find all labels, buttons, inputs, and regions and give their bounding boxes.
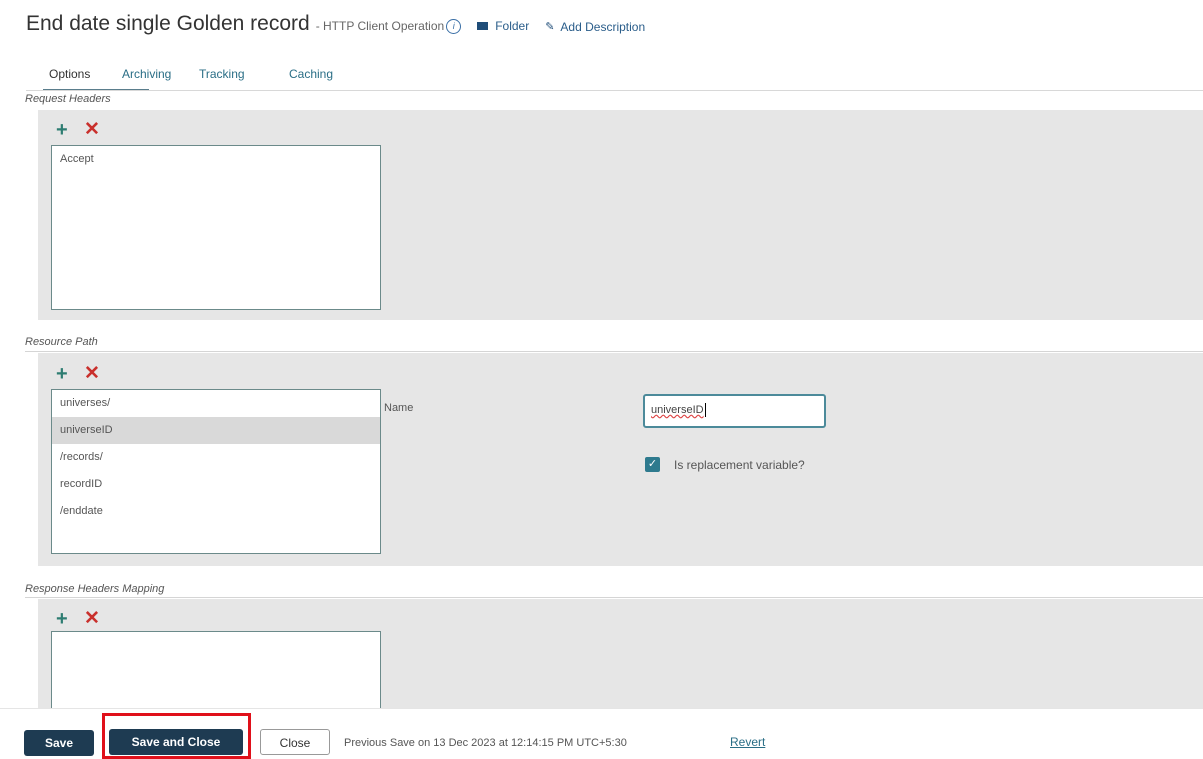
resource-path-panel: + ✕ universes/ universeID /records/ reco…: [38, 353, 1203, 566]
add-description-link[interactable]: ✎ Add Description: [545, 20, 645, 34]
name-field-label: Name: [384, 402, 414, 414]
tab-bar: Options Archiving Tracking Caching: [26, 64, 1203, 91]
request-headers-list[interactable]: Accept: [51, 145, 381, 310]
save-button[interactable]: Save: [24, 730, 94, 756]
info-icon[interactable]: i: [446, 19, 462, 34]
tab-caching[interactable]: Caching: [289, 67, 333, 81]
remove-resource-path-cross-icon[interactable]: ✕: [84, 364, 100, 384]
folder-label: Folder: [495, 19, 530, 33]
list-item-selected[interactable]: universeID: [52, 417, 380, 444]
resource-path-label: Resource Path: [25, 336, 98, 348]
replacement-variable-checkbox[interactable]: ✓: [645, 457, 660, 472]
revert-link[interactable]: Revert: [730, 735, 765, 749]
remove-response-header-cross-icon[interactable]: ✕: [84, 609, 100, 629]
folder-icon: [477, 22, 489, 30]
footer-bar: Save Save and Close Close Previous Save …: [0, 708, 1203, 759]
tab-divider: [26, 90, 1203, 91]
pencil-icon: ✎: [545, 21, 555, 33]
page-title: End date single Golden record: [26, 12, 310, 35]
page-subtitle: - HTTP Client Operation: [315, 19, 445, 33]
resource-path-list[interactable]: universes/ universeID /records/ recordID…: [51, 389, 381, 554]
response-headers-panel: + ✕: [38, 599, 1203, 713]
text-caret: [704, 403, 706, 418]
list-item[interactable]: universes/: [52, 390, 380, 417]
request-headers-panel: + ✕ Accept: [38, 110, 1203, 320]
list-item[interactable]: /records/: [52, 444, 380, 471]
section-divider: [25, 351, 1203, 352]
response-headers-label: Response Headers Mapping: [25, 583, 165, 595]
add-resource-path-plus-icon[interactable]: +: [56, 364, 68, 384]
remove-request-header-cross-icon[interactable]: ✕: [84, 120, 100, 140]
tab-archiving[interactable]: Archiving: [122, 67, 171, 81]
save-and-close-button[interactable]: Save and Close: [109, 729, 243, 755]
previous-save-text: Previous Save on 13 Dec 2023 at 12:14:15…: [344, 737, 627, 749]
close-button[interactable]: Close: [260, 729, 330, 755]
list-item[interactable]: Accept: [52, 146, 380, 173]
add-description-label: Add Description: [560, 19, 646, 34]
request-headers-label: Request Headers: [25, 93, 111, 105]
list-item[interactable]: /enddate: [52, 498, 380, 525]
section-divider: [25, 597, 1203, 598]
name-input[interactable]: universeID: [643, 394, 826, 428]
name-input-value: universeID: [651, 404, 704, 416]
response-headers-list[interactable]: [51, 631, 381, 713]
replacement-variable-label: Is replacement variable?: [674, 458, 805, 472]
tab-options[interactable]: Options: [49, 67, 90, 81]
folder-link[interactable]: Folder: [477, 19, 529, 33]
add-response-header-plus-icon[interactable]: +: [56, 609, 68, 629]
tab-tracking[interactable]: Tracking: [199, 67, 245, 81]
list-item[interactable]: recordID: [52, 471, 380, 498]
add-request-header-plus-icon[interactable]: +: [56, 120, 68, 140]
page-header: End date single Golden record - HTTP Cli…: [26, 12, 645, 42]
